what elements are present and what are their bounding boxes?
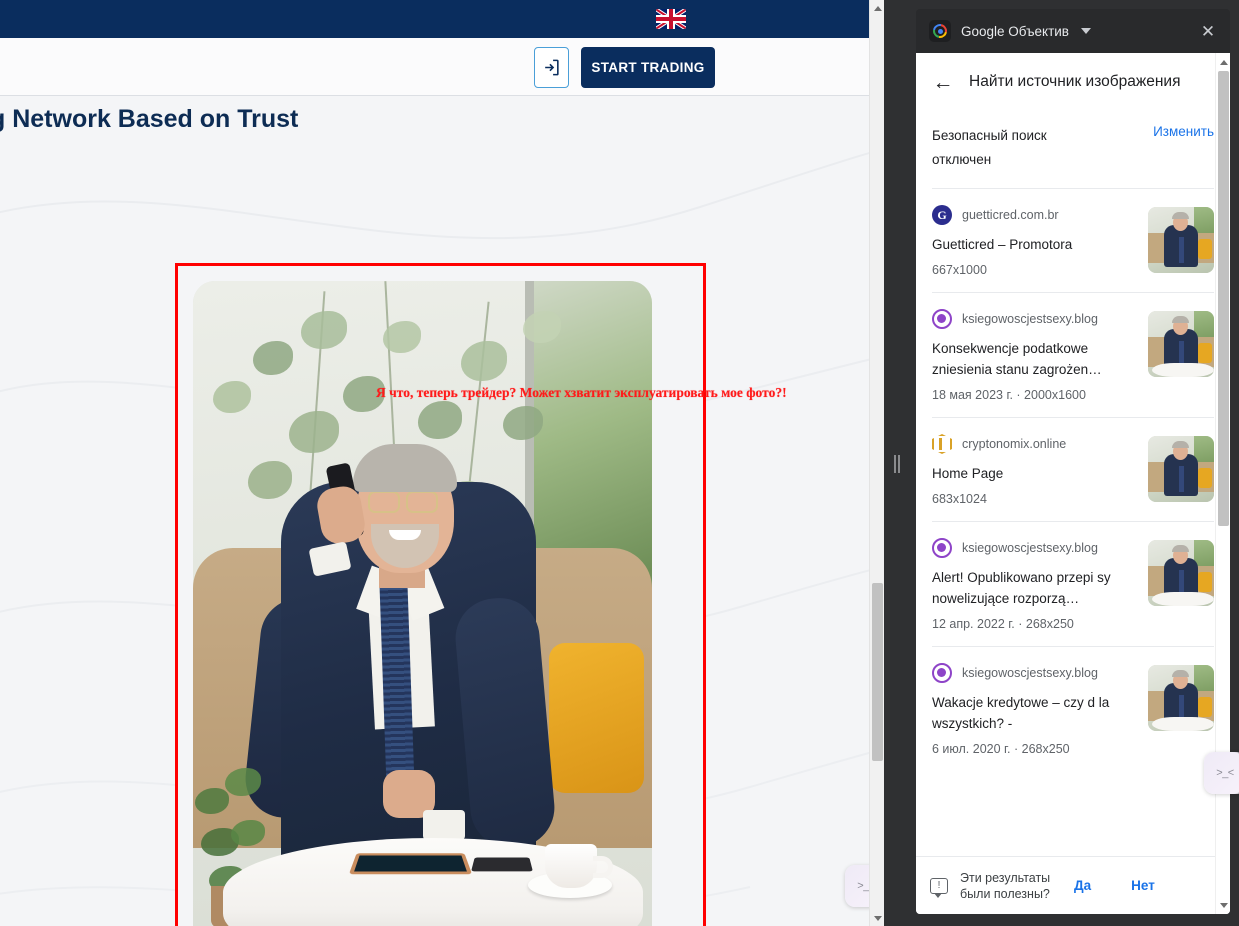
result-item[interactable]: cryptonomix.online Home Page 683x1024 <box>932 418 1214 522</box>
lens-scroll-up-button[interactable] <box>1216 55 1230 69</box>
result-item[interactable]: ksiegowoscjestsexy.blog Alert! Opublikow… <box>932 522 1214 647</box>
triangle-down-icon <box>1219 902 1228 908</box>
result-title[interactable]: Home Page <box>932 463 1130 484</box>
feedback-yes-button[interactable]: Да <box>1074 878 1091 893</box>
close-icon[interactable]: ✕ <box>1198 21 1218 41</box>
page-scrollbar[interactable] <box>869 0 884 926</box>
guetticred-favicon <box>932 205 952 225</box>
triangle-down-icon <box>873 915 882 921</box>
chevron-down-icon[interactable] <box>1080 28 1091 34</box>
result-domain: ksiegowoscjestsexy.blog <box>962 312 1098 326</box>
ksiegowosc-favicon <box>932 663 952 683</box>
result-thumbnail[interactable] <box>1148 207 1214 273</box>
result-item[interactable]: guetticred.com.br Guetticred – Promotora… <box>932 189 1214 293</box>
lens-app-title: Google Объектив <box>961 23 1069 39</box>
divider-drag-handle[interactable] <box>894 455 901 473</box>
cryptonomix-favicon <box>932 434 952 454</box>
site-topbar <box>0 0 884 38</box>
hero-section: g Network Based on Trust Я что, теперь т… <box>0 97 884 926</box>
result-thumbnail[interactable] <box>1148 665 1214 731</box>
webpage-viewport: START TRADING g Network Based on Trust Я… <box>0 0 884 926</box>
results-list: Безопасный поиск отключен Изменить guett… <box>916 111 1230 856</box>
result-thumbnail[interactable] <box>1148 311 1214 377</box>
result-domain: cryptonomix.online <box>962 437 1067 451</box>
google-lens-icon <box>929 20 951 42</box>
image-selection-box[interactable] <box>175 263 706 926</box>
red-annotation-text: Я что, теперь трейдер? Может хзватит экс… <box>376 385 787 400</box>
safesearch-notice: Безопасный поиск отключен Изменить <box>932 124 1214 189</box>
result-thumbnail[interactable] <box>1148 540 1214 606</box>
result-thumbnail[interactable] <box>1148 436 1214 502</box>
result-item[interactable]: ksiegowoscjestsexy.blog Konsekwencje pod… <box>932 293 1214 418</box>
result-meta: 6 июл. 2020 г. · 268x250 <box>932 742 1070 756</box>
lens-scrollbar-thumb[interactable] <box>1218 71 1229 526</box>
result-title[interactable]: Guetticred – Promotora <box>932 234 1130 255</box>
feedback-bar: Эти результаты были полезны? Да Нет <box>916 856 1230 914</box>
triangle-up-icon <box>873 5 882 11</box>
feedback-text: Эти результаты были полезны? <box>960 870 1051 901</box>
result-title[interactable]: Konsekwencje podatkowe zniesienia stanu … <box>932 338 1130 380</box>
result-domain: ksiegowoscjestsexy.blog <box>962 666 1098 680</box>
lens-subheader: ← Найти источник изображения <box>916 53 1230 111</box>
ksiegowosc-favicon <box>932 538 952 558</box>
lens-body: ← Найти источник изображения Безопасный … <box>916 53 1230 914</box>
google-lens-panel: Google Объектив ✕ ← Найти источник изобр… <box>907 0 1239 926</box>
result-meta: 12 апр. 2022 г. · 268x250 <box>932 617 1074 631</box>
result-title[interactable]: Wakacje kredytowe – czy d la wszystkich?… <box>932 692 1130 734</box>
lens-titlebar: Google Объектив ✕ <box>916 9 1230 53</box>
screen-root: START TRADING g Network Based on Trust Я… <box>0 0 1239 926</box>
result-title[interactable]: Alert! Opublikowano przepi sy nowelizują… <box>932 567 1130 609</box>
scrollbar-thumb[interactable] <box>872 583 883 761</box>
result-domain: guetticred.com.br <box>962 208 1059 222</box>
start-trading-button[interactable]: START TRADING <box>581 47 715 88</box>
lens-header-title: Найти источник изображения <box>969 73 1181 90</box>
scroll-down-button[interactable] <box>870 910 884 926</box>
selected-image[interactable] <box>193 281 652 926</box>
chat-face-icon-secondary: >_< <box>1216 767 1234 779</box>
safesearch-text: Безопасный поиск отключен <box>932 128 1047 167</box>
site-navbar: START TRADING <box>0 38 884 96</box>
uk-flag-icon[interactable] <box>656 9 686 29</box>
safesearch-change-link[interactable]: Изменить <box>1153 124 1214 139</box>
back-arrow-icon[interactable]: ← <box>931 70 955 94</box>
chat-widget-button-secondary[interactable]: >_< <box>1204 752 1239 794</box>
login-arrow-icon <box>545 59 559 76</box>
result-domain: ksiegowoscjestsexy.blog <box>962 541 1098 555</box>
ksiegowosc-favicon <box>932 309 952 329</box>
scroll-up-button[interactable] <box>870 0 884 16</box>
result-item[interactable]: ksiegowoscjestsexy.blog Wakacje kredytow… <box>932 647 1214 771</box>
page-title: g Network Based on Trust <box>0 105 299 133</box>
lens-scroll-down-button[interactable] <box>1216 898 1230 912</box>
feedback-icon <box>930 877 948 898</box>
triangle-up-icon <box>1219 59 1228 65</box>
result-meta: 18 мая 2023 г. · 2000x1600 <box>932 388 1086 402</box>
feedback-no-button[interactable]: Нет <box>1131 878 1155 893</box>
login-button[interactable] <box>534 47 569 88</box>
